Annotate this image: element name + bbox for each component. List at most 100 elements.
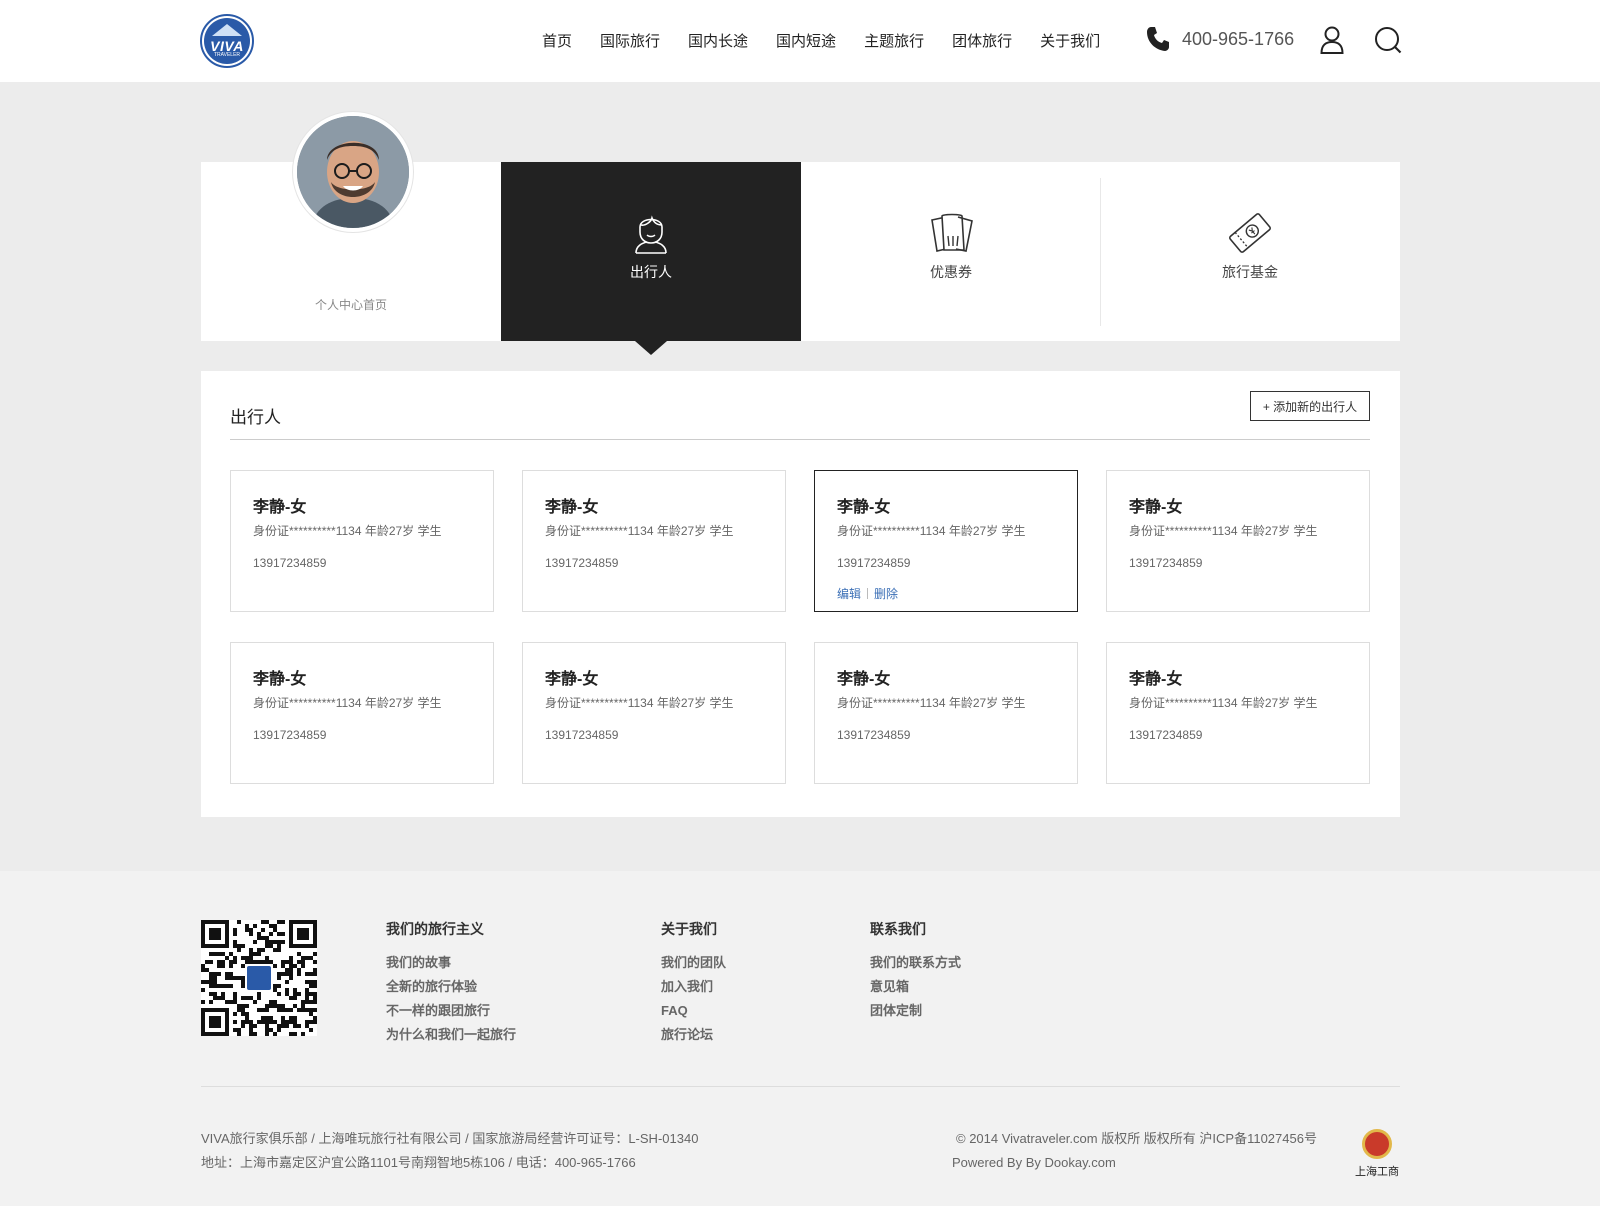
footer-link[interactable]: 加入我们 (661, 975, 726, 999)
traveler-info: 身份证**********1134 年龄27岁 学生 (253, 696, 442, 710)
traveler-name: 李静-女 (1129, 671, 1183, 688)
footer-copyright: © 2014 Vivatraveler.com 版权所 版权所有 沪ICP备11… (952, 1127, 1317, 1175)
badge-label: 上海工商 (1355, 1166, 1399, 1178)
business-license-badge[interactable]: 上海工商 (1352, 1129, 1402, 1179)
traveler-phone: 13917234859 (545, 728, 619, 742)
nav-group[interactable]: 团体旅行 (952, 30, 1012, 51)
card-actions: 编辑 删除 (837, 585, 898, 602)
panel-title: 出行人 (230, 408, 281, 427)
traveler-card[interactable]: 李静-女 身份证**********1134 年龄27岁 学生 13917234… (230, 642, 494, 784)
traveler-card[interactable]: 李静-女 身份证**********1134 年龄27岁 学生 13917234… (230, 470, 494, 612)
traveler-name: 李静-女 (837, 671, 891, 688)
nav-international[interactable]: 国际旅行 (600, 30, 660, 51)
profile-home-tab[interactable]: 个人中心首页 (201, 112, 501, 341)
company-line: VIVA旅行家俱乐部 / 上海唯玩旅行社有限公司 / 国家旅游局经营许可证号：L… (201, 1131, 699, 1146)
site-header: VIVA TRAVELER 首页 国际旅行 国内长途 国内短途 主题旅行 团体旅… (0, 0, 1600, 82)
tab-travel-fund[interactable]: 旅行基金 (1100, 162, 1400, 341)
traveler-icon (635, 215, 667, 254)
traveler-phone: 13917234859 (545, 556, 619, 570)
add-traveler-button[interactable]: + 添加新的出行人 (1250, 391, 1370, 421)
nav-domestic-long[interactable]: 国内长途 (688, 30, 748, 51)
traveler-name: 李静-女 (1129, 499, 1183, 516)
active-tab-caret (635, 341, 667, 355)
travelers-panel: 出行人 + 添加新的出行人 李静-女 身份证**********1134 年龄2… (201, 371, 1400, 817)
traveler-phone: 13917234859 (837, 728, 911, 742)
traveler-phone: 13917234859 (253, 556, 327, 570)
tab-coupons-label: 优惠券 (930, 264, 972, 280)
nav-domestic-short[interactable]: 国内短途 (776, 30, 836, 51)
footer-column-about: 关于我们 我们的团队 加入我们 FAQ 旅行论坛 (661, 919, 726, 1047)
footer-link[interactable]: 我们的故事 (386, 951, 516, 975)
traveler-name: 李静-女 (545, 671, 599, 688)
delete-traveler-link[interactable]: 删除 (874, 585, 898, 602)
national-emblem-icon (1362, 1129, 1392, 1159)
search-icon[interactable] (1374, 26, 1402, 54)
traveler-info: 身份证**********1134 年龄27岁 学生 (837, 524, 1026, 538)
address-line: 地址：上海市嘉定区沪宜公路1101号南翔智地5栋106 / 电话：400-965… (201, 1155, 636, 1170)
footer-heading: 关于我们 (661, 921, 717, 937)
traveler-card[interactable]: 李静-女 身份证**********1134 年龄27岁 学生 13917234… (522, 470, 786, 612)
traveler-info: 身份证**********1134 年龄27岁 学生 (1129, 524, 1318, 538)
traveler-phone: 13917234859 (1129, 556, 1203, 570)
tab-coupons[interactable]: 优惠券 (801, 162, 1101, 341)
nav-about[interactable]: 关于我们 (1040, 30, 1100, 51)
traveler-info: 身份证**********1134 年龄27岁 学生 (545, 524, 734, 538)
footer-column-contact: 联系我们 我们的联系方式 意见箱 团体定制 (870, 919, 961, 1023)
traveler-info: 身份证**********1134 年龄27岁 学生 (253, 524, 442, 538)
user-account-icon[interactable] (1320, 26, 1344, 54)
site-footer: 我们的旅行主义 我们的故事 全新的旅行体验 不一样的跟团旅行 为什么和我们一起旅… (0, 871, 1600, 1206)
tab-travelers[interactable]: 出行人 (501, 162, 801, 341)
footer-link[interactable]: 我们的联系方式 (870, 951, 961, 975)
avatar (293, 112, 413, 232)
header-phone: 400-965-1766 (1146, 26, 1294, 52)
footer-link[interactable]: 为什么和我们一起旅行 (386, 1023, 516, 1047)
coupon-icon (931, 213, 973, 252)
traveler-card[interactable]: 李静-女 身份证**********1134 年龄27岁 学生 13917234… (1106, 470, 1370, 612)
phone-icon (1147, 27, 1169, 51)
travel-fund-icon (1229, 213, 1271, 253)
footer-column-philosophy: 我们的旅行主义 我们的故事 全新的旅行体验 不一样的跟团旅行 为什么和我们一起旅… (386, 919, 516, 1047)
tab-travelers-label: 出行人 (630, 264, 672, 280)
traveler-phone: 13917234859 (1129, 728, 1203, 742)
traveler-phone: 13917234859 (253, 728, 327, 742)
traveler-name: 李静-女 (545, 499, 599, 516)
profile-tabs: 个人中心首页 出行人 优惠券 旅行基金 (201, 112, 1400, 341)
main-nav: 首页 国际旅行 国内长途 国内短途 主题旅行 团体旅行 关于我们 (542, 30, 1100, 51)
traveler-info: 身份证**********1134 年龄27岁 学生 (545, 696, 734, 710)
traveler-info: 身份证**********1134 年龄27岁 学生 (837, 696, 1026, 710)
traveler-name: 李静-女 (837, 499, 891, 516)
avatar-image (297, 116, 409, 228)
nav-home[interactable]: 首页 (542, 30, 572, 51)
traveler-phone: 13917234859 (837, 556, 911, 570)
footer-link[interactable]: FAQ (661, 999, 726, 1023)
footer-link[interactable]: 旅行论坛 (661, 1023, 726, 1047)
footer-link[interactable]: 团体定制 (870, 999, 961, 1023)
traveler-name: 李静-女 (253, 671, 307, 688)
footer-link[interactable]: 全新的旅行体验 (386, 975, 516, 999)
viva-logo[interactable]: VIVA TRAVELER (200, 14, 254, 68)
panel-divider (230, 439, 1370, 440)
footer-heading: 联系我们 (870, 921, 926, 937)
profile-home-label: 个人中心首页 (314, 298, 387, 312)
nav-theme[interactable]: 主题旅行 (864, 30, 924, 51)
footer-link[interactable]: 不一样的跟团旅行 (386, 999, 516, 1023)
traveler-card[interactable]: 李静-女 身份证**********1134 年龄27岁 学生 13917234… (814, 642, 1078, 784)
copyright-line: © 2014 Vivatraveler.com 版权所 版权所有 沪ICP备11… (956, 1131, 1317, 1146)
traveler-card-selected[interactable]: 李静-女 身份证**********1134 年龄27岁 学生 13917234… (814, 470, 1078, 612)
action-separator (867, 588, 869, 599)
phone-number: 400-965-1766 (1182, 28, 1295, 49)
footer-company-info: VIVA旅行家俱乐部 / 上海唯玩旅行社有限公司 / 国家旅游局经营许可证号：L… (201, 1127, 698, 1175)
qr-logo (245, 964, 273, 992)
traveler-card[interactable]: 李静-女 身份证**********1134 年龄27岁 学生 13917234… (1106, 642, 1370, 784)
footer-link[interactable]: 我们的团队 (661, 951, 726, 975)
powered-by-line[interactable]: Powered By By Dookay.com (952, 1151, 1317, 1175)
qr-code (201, 920, 317, 1036)
footer-link[interactable]: 意见箱 (870, 975, 961, 999)
tab-travel-fund-label: 旅行基金 (1222, 264, 1278, 280)
edit-traveler-link[interactable]: 编辑 (837, 585, 861, 602)
traveler-name: 李静-女 (253, 499, 307, 516)
footer-heading: 我们的旅行主义 (386, 921, 484, 937)
footer-divider (201, 1086, 1400, 1087)
traveler-info: 身份证**********1134 年龄27岁 学生 (1129, 696, 1318, 710)
traveler-card[interactable]: 李静-女 身份证**********1134 年龄27岁 学生 13917234… (522, 642, 786, 784)
